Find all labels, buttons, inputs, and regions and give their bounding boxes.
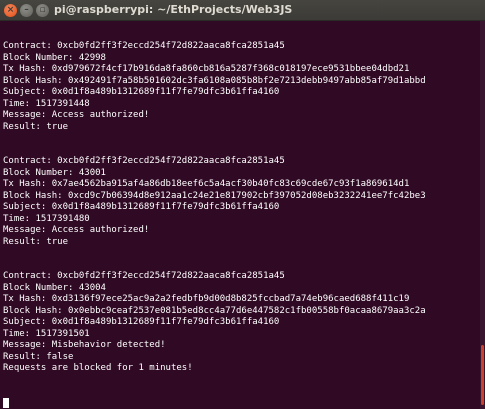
output-line: Time: 1517391448 <box>3 98 90 109</box>
output-line: Contract: 0xcb0fd2ff3f2eccd254f72d822aac… <box>3 156 285 166</box>
window-title: pi@raspberrypi: ~/EthProjects/Web3JS <box>54 3 293 16</box>
log-entry: Contract: 0xcb0fd2ff3f2eccd254f72d822aac… <box>3 156 477 248</box>
output-line: Block Number: 43004 <box>3 282 106 293</box>
terminal-window: × – ▫ pi@raspberrypi: ~/EthProjects/Web3… <box>0 0 485 409</box>
output-line: Result: false <box>3 351 74 362</box>
output-line: Result: true <box>3 121 69 132</box>
output-line: Subject: 0x0d1f8a489b1312689f11f7fe79dfc… <box>3 317 280 327</box>
output-line: Contract: 0xcb0fd2ff3f2eccd254f72d822aac… <box>3 41 285 51</box>
output-line: Subject: 0x0d1f8a489b1312689f11f7fe79dfc… <box>3 202 280 212</box>
output-line: Tx Hash: 0x7ae4562ba915af4a86db18eef6c5a… <box>3 179 410 189</box>
output-line: Contract: 0xcb0fd2ff3f2eccd254f72d822aac… <box>3 271 285 281</box>
scrollbar-thumb[interactable] <box>481 345 484 405</box>
log-entry: Contract: 0xcb0fd2ff3f2eccd254f72d822aac… <box>3 271 477 375</box>
output-line: Block Number: 42998 <box>3 52 106 63</box>
terminal-output: Contract: 0xcb0fd2ff3f2eccd254f72d822aac… <box>3 41 477 375</box>
output-line: Time: 1517391480 <box>3 213 90 224</box>
terminal-output-area[interactable]: Contract: 0xcb0fd2ff3f2eccd254f72d822aac… <box>0 21 485 409</box>
maximize-icon[interactable]: ▫ <box>36 4 49 17</box>
output-line: Time: 1517391501 <box>3 328 90 339</box>
text-cursor <box>3 398 9 408</box>
close-icon[interactable]: × <box>4 4 17 17</box>
output-line: Subject: 0x0d1f8a489b1312689f11f7fe79dfc… <box>3 87 280 97</box>
minimize-icon[interactable]: – <box>20 4 33 17</box>
title-bar[interactable]: × – ▫ pi@raspberrypi: ~/EthProjects/Web3… <box>0 0 485 21</box>
output-line: Block Number: 43001 <box>3 167 106 178</box>
output-line: Message: Access authorized! <box>3 225 150 235</box>
output-line: Result: true <box>3 236 69 247</box>
output-line: Block Hash: 0xcd9c7b06394d8e912aa1c24e21… <box>3 190 426 201</box>
output-line: Tx Hash: 0xd979672f4cf17b916da8fa860cb81… <box>3 64 410 74</box>
output-line: Message: Access authorized! <box>3 110 150 120</box>
output-line: Block Hash: 0x492491f7a58b501602dc3fa610… <box>3 75 426 86</box>
output-line: Block Hash: 0x0ebbc9ceaf2537e081b5ed8cc4… <box>3 305 426 316</box>
output-line: Requests are blocked for 1 minutes! <box>3 363 193 373</box>
output-line: Message: Misbehavior detected! <box>3 340 166 350</box>
scrollbar[interactable] <box>480 21 485 409</box>
log-entry: Contract: 0xcb0fd2ff3f2eccd254f72d822aac… <box>3 41 477 133</box>
output-line: Tx Hash: 0xd3136f97ece25ac9a2a2fedbfb9d0… <box>3 294 410 304</box>
